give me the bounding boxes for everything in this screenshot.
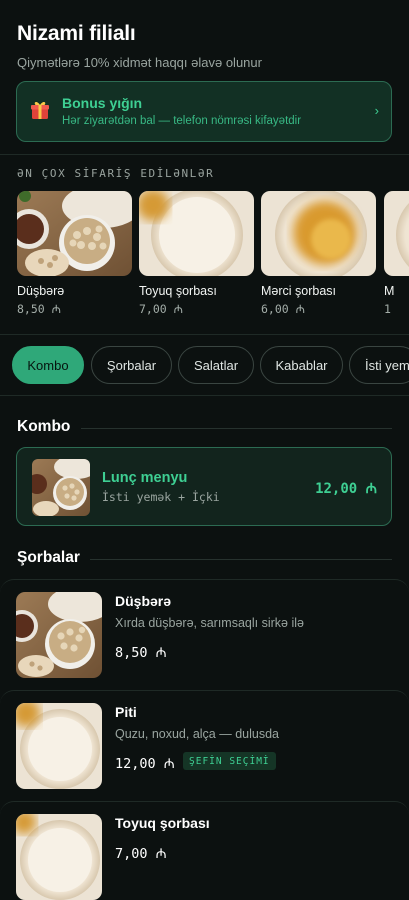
section-title-kombo: Kombo: [17, 418, 71, 435]
popular-item-price: 6,00 ₼: [261, 302, 305, 316]
popular-item[interactable]: Toyuq şorbası 7,00 ₼: [139, 191, 254, 317]
popular-item-photo: [384, 191, 409, 276]
menu-item-name: Düşbərə: [115, 593, 172, 609]
menu-item-price: 7,00 ₼: [115, 846, 167, 862]
gift-icon: [29, 99, 51, 121]
bonus-card[interactable]: Bonus yığın Hər ziyarətdən bal — telefon…: [16, 81, 392, 142]
menu-item-description: Quzu, noxud, alça — dulusda: [115, 727, 279, 741]
popular-item-price: 8,50 ₼: [17, 302, 61, 316]
page-title: Nizami filialı: [17, 22, 136, 45]
popular-item[interactable]: Mərci şorbası 6,00 ₼: [261, 191, 376, 317]
popular-item[interactable]: M 1: [384, 191, 409, 316]
menu-item-price: 8,50 ₼: [115, 645, 167, 661]
tab-kabablar[interactable]: Kabablar: [260, 346, 343, 384]
service-fee-note: Qiymətlərə 10% xidmət haqqı əlavə olunur: [17, 55, 262, 70]
bonus-description: Hər ziyarətdən bal — telefon nömrəsi kif…: [62, 115, 302, 127]
divider: [0, 334, 409, 335]
menu-item-price: 12,00 ₼: [115, 756, 175, 772]
toyuq-sorbasi-photo: [139, 191, 254, 276]
tab-sorbalar[interactable]: Şorbalar: [91, 346, 172, 384]
popular-item-name: Düşbərə: [17, 284, 65, 298]
combo-item[interactable]: Lunç menyu İsti yemək + İçki 12,00 ₼: [16, 447, 392, 526]
section-title-sorbalar: Şorbalar: [17, 549, 80, 566]
chef-choice-badge: ŞEFİN SEÇİMİ: [183, 752, 276, 770]
section-divider: [81, 428, 392, 429]
combo-item-price: 12,00 ₼: [315, 481, 377, 497]
menu-item-name: Toyuq şorbası: [115, 815, 210, 831]
combo-item-name: Lunç menyu: [102, 470, 188, 486]
menu-item[interactable]: Düşbərə Xırda düşbərə, sarımsaqlı sirkə …: [0, 579, 409, 690]
popular-item-name: Mərci şorbası: [261, 284, 337, 298]
popular-caption: ƏN ÇOX SİFARİŞ EDİLƏNLƏR: [17, 167, 215, 180]
combo-item-description: İsti yemək + İçki: [102, 490, 220, 504]
menu-item-name: Piti: [115, 704, 137, 720]
menu-item[interactable]: Piti Quzu, noxud, alça — dulusda 12,00 ₼…: [0, 690, 409, 801]
section-divider: [90, 559, 392, 560]
bonus-title: Bonus yığın: [62, 95, 143, 111]
dushbara-photo: [16, 592, 102, 678]
divider: [0, 395, 409, 396]
merci-sorbasi-photo: [261, 191, 376, 276]
tab-kombo[interactable]: Kombo: [12, 346, 84, 384]
popular-item-name: Toyuq şorbası: [139, 284, 217, 298]
popular-item[interactable]: Düşbərə 8,50 ₼: [17, 191, 132, 317]
popular-item-price: 1: [384, 302, 391, 316]
menu-item-description: Xırda düşbərə, sarımsaqlı sirkə ilə: [115, 616, 304, 630]
menu-item[interactable]: Toyuq şorbası 7,00 ₼: [0, 801, 409, 900]
toyuq-sorbasi-photo: [16, 814, 102, 900]
lunch-menu-photo: [32, 459, 90, 516]
dushbara-photo: [17, 191, 132, 276]
tab-isti-yemekler[interactable]: İsti yem: [349, 346, 409, 384]
popular-item-price: 7,00 ₼: [139, 302, 183, 316]
tab-salatlar[interactable]: Salatlar: [178, 346, 254, 384]
popular-item-name: M: [384, 284, 395, 298]
divider: [0, 154, 409, 155]
piti-photo: [16, 703, 102, 789]
chevron-right-icon: ›: [374, 103, 379, 118]
